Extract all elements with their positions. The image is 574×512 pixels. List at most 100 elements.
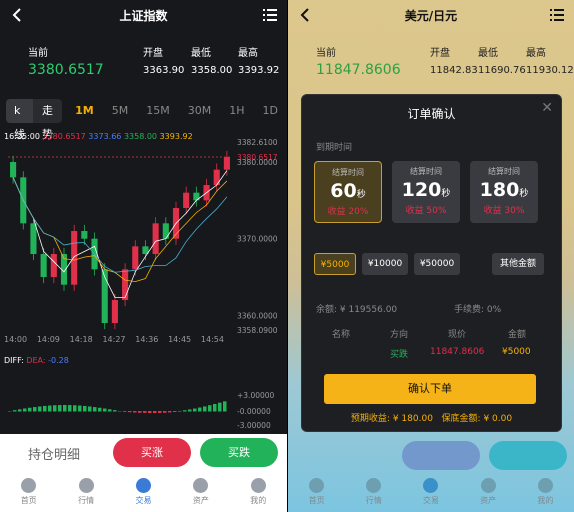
menu-icon[interactable] — [550, 8, 564, 22]
macd-bar — [163, 411, 167, 413]
tabbar-market[interactable]: 行情 — [66, 478, 106, 506]
tab-1h[interactable]: 1H — [220, 99, 253, 123]
macd-bar — [93, 407, 97, 412]
y-tick: 3358.0900 — [237, 326, 278, 335]
macd-bar — [193, 408, 197, 412]
tab-15m[interactable]: 15M — [137, 99, 179, 123]
amount-5000[interactable]: ¥5000 — [314, 253, 356, 275]
page-title: 上证指数 — [119, 8, 168, 23]
candle — [213, 169, 220, 186]
macd-bar — [143, 411, 147, 413]
quote-panel: 当前 3380.6517 开盘 3363.90 最低 3358.00 最高 3393.9… — [0, 30, 287, 90]
buy-up-button[interactable]: 买涨 — [113, 438, 191, 467]
open-price: 开盘 11842.83 — [430, 48, 478, 76]
macd-bar — [178, 410, 182, 412]
tab-5m[interactable]: 5M — [103, 99, 138, 123]
low-price: 最低 3358.00 — [191, 48, 233, 76]
macd-bar — [213, 403, 217, 412]
right-screen: 美元/日元 当前 11847.8606 开盘 11842.83 最低 11690.76… — [288, 0, 574, 512]
assets-icon — [480, 478, 496, 493]
macd-bar — [173, 411, 177, 412]
quote-panel: 当前 11847.8606 开盘 11842.83 最低 11690.76 最高 119… — [288, 30, 574, 90]
tab-30m[interactable]: 30M — [179, 99, 221, 123]
macd-bar — [188, 409, 192, 412]
tabbar-mine[interactable]: 我的 — [238, 478, 278, 506]
candle — [111, 300, 118, 324]
confirm-order-button[interactable]: 确认下单 — [324, 374, 536, 404]
amount-other[interactable]: 其他金额 — [492, 253, 544, 275]
tab-kline[interactable]: k线 — [6, 99, 33, 141]
tabbar-home[interactable]: 首页 — [297, 478, 337, 506]
trade-icon — [135, 478, 151, 493]
macd-bar — [158, 411, 162, 413]
row-direction: 买跌 — [390, 350, 409, 360]
header-name: 名称 — [332, 330, 351, 340]
duration-option-120[interactable]: 结算时间 120秒 收益 50% — [392, 161, 460, 223]
x-tick: 14:45 — [168, 335, 192, 344]
user-icon — [537, 478, 553, 493]
tabbar-home[interactable]: 首页 — [9, 478, 49, 506]
tabbar-trade[interactable]: 交易 — [123, 478, 163, 506]
macd-bar — [198, 407, 202, 412]
duration-option-60[interactable]: 结算时间 60秒 收益 20% — [314, 161, 382, 223]
header-amount: 金额 — [508, 330, 527, 340]
tabbar-assets[interactable]: 资产 — [468, 478, 508, 506]
tab-1m[interactable]: 1M — [66, 99, 103, 123]
tabbar-market[interactable]: 行情 — [354, 478, 394, 506]
y-tick: 3382.6100 — [237, 138, 278, 147]
candle — [132, 246, 139, 270]
macd-bar — [113, 410, 117, 412]
market-icon — [78, 478, 94, 493]
buy-down-button-dimmed — [489, 441, 567, 470]
holdings-link[interactable]: 持仓明细 — [28, 444, 80, 463]
tabbar-trade[interactable]: 交易 — [411, 478, 451, 506]
x-tick: 14:00 — [4, 335, 28, 344]
home-icon — [21, 478, 37, 493]
open-price: 开盘 3363.90 — [143, 48, 185, 76]
back-icon[interactable] — [298, 7, 312, 23]
macd-bar — [53, 405, 57, 412]
row-price: 11847.8606 — [430, 347, 485, 357]
expected-summary: 预期收益: ¥ 180.00 保底金额: ¥ 0.00 — [350, 414, 513, 424]
macd-bar — [208, 405, 212, 412]
amount-50000[interactable]: ¥50000 — [414, 253, 460, 275]
x-tick: 14:27 — [102, 335, 126, 344]
tabbar-mine[interactable]: 我的 — [525, 478, 565, 506]
moving-average-line — [12, 170, 228, 298]
macd-bar — [223, 401, 227, 412]
macd-bar — [58, 405, 62, 412]
candle — [183, 192, 190, 209]
bottom-tabbar: 首页 行情 交易 资产 我的 — [0, 472, 287, 512]
header-price: 现价 — [448, 330, 467, 340]
candlestick-chart[interactable]: 3382.61003380.65173380.00003370.00003360… — [0, 138, 287, 338]
close-icon[interactable]: ✕ — [541, 100, 553, 116]
tab-trend[interactable]: 走势 — [33, 99, 63, 141]
back-icon[interactable] — [10, 7, 24, 23]
buy-down-button[interactable]: 买跌 — [200, 438, 278, 467]
y-tick: 3380.0000 — [237, 158, 278, 167]
candle — [122, 269, 129, 301]
macd-legend: DIFF: DEA: -0.28 — [4, 356, 69, 365]
macd-bar — [33, 407, 37, 412]
menu-icon[interactable] — [263, 8, 277, 22]
candle — [10, 162, 17, 178]
candle — [30, 223, 37, 255]
assets-icon — [193, 478, 209, 493]
expiry-label: 到期时间 — [316, 143, 353, 153]
macd-bar — [23, 408, 27, 412]
macd-bar — [43, 405, 47, 412]
duration-option-180[interactable]: 结算时间 180秒 收益 30% — [470, 161, 538, 223]
tabbar-assets[interactable]: 资产 — [181, 478, 221, 506]
macd-bar — [38, 406, 42, 412]
macd-bar — [183, 410, 187, 412]
row-amount: ¥5000 — [502, 347, 531, 357]
tab-1d[interactable]: 1D — [254, 99, 287, 123]
high-price: 最高 11930.12 — [526, 48, 574, 76]
amount-10000[interactable]: ¥10000 — [362, 253, 408, 275]
trade-bar: 持仓明细 买涨 买跌 — [0, 434, 287, 472]
macd-bar — [168, 411, 172, 413]
home-icon — [309, 478, 325, 493]
candle — [162, 223, 169, 239]
trade-icon — [423, 478, 439, 493]
x-tick: 14:54 — [200, 335, 224, 344]
